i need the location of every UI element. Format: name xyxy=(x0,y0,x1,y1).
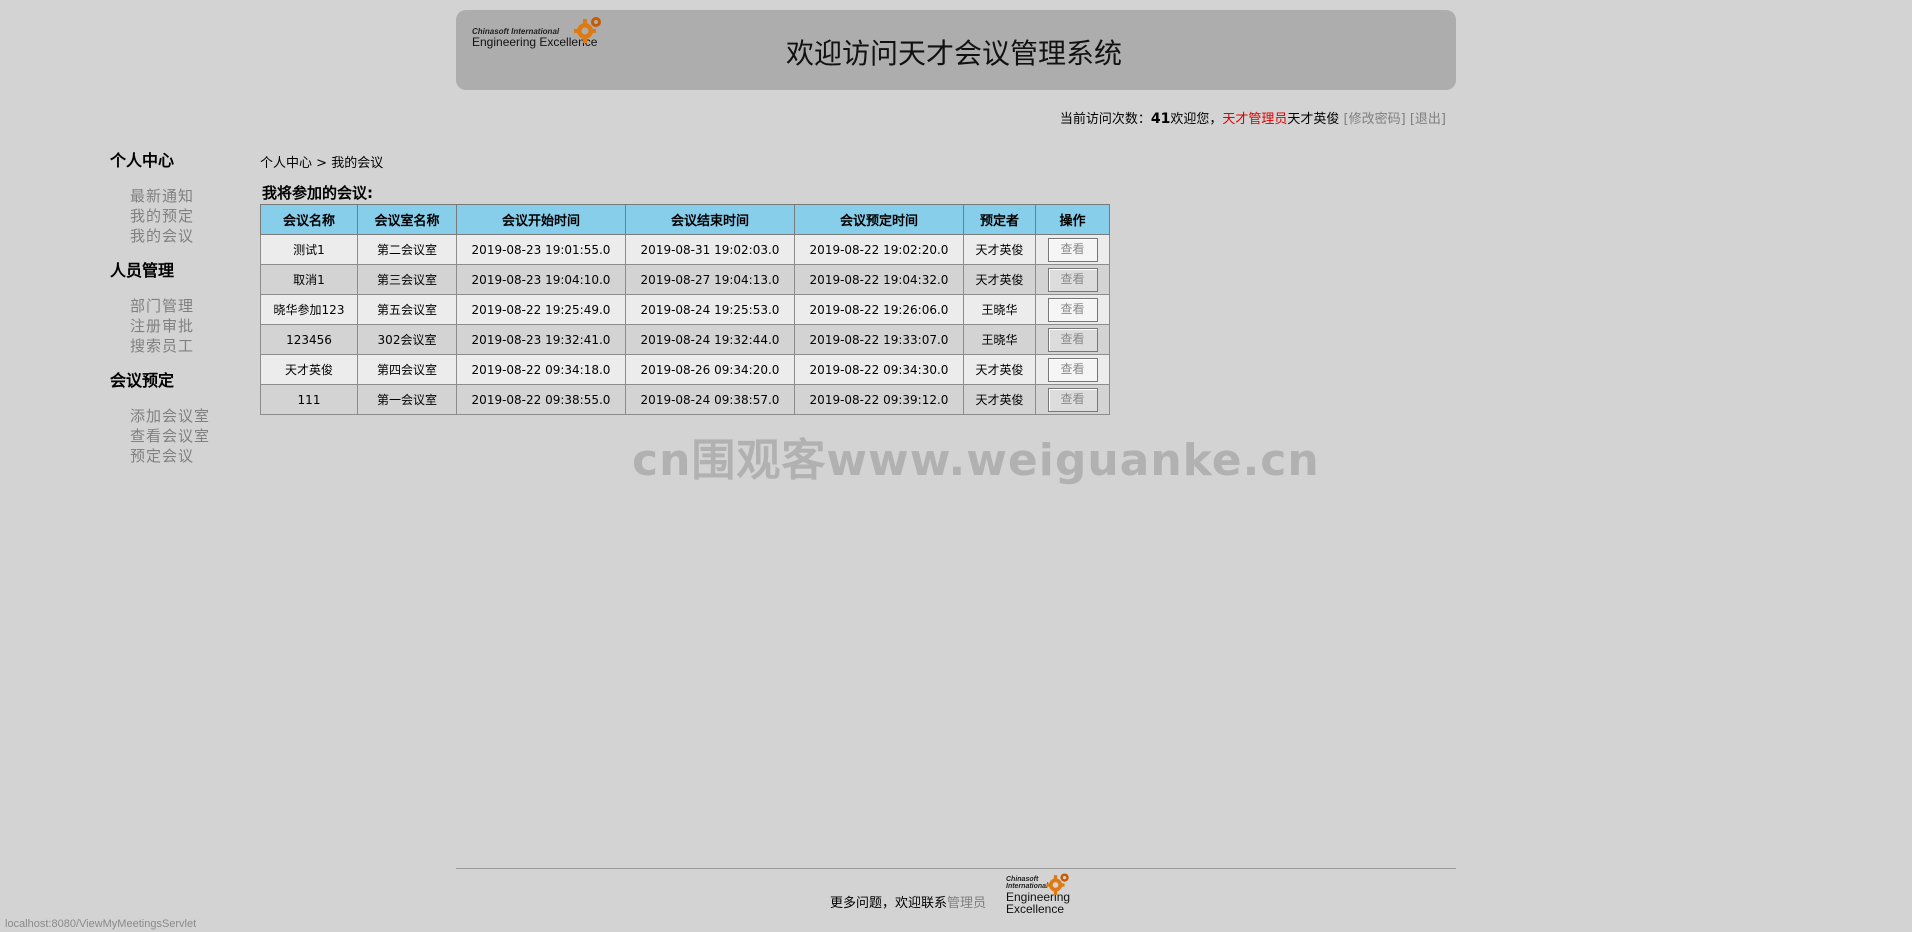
cell-start-time: 2019-08-22 09:34:18.0 xyxy=(456,354,626,385)
view-button[interactable]: 查看 xyxy=(1047,297,1098,322)
section-title: 我将参加的会议: xyxy=(262,184,373,202)
sidebar-group-staff: 人员管理 部门管理 注册审批 搜索员工 xyxy=(110,260,250,360)
welcome-text: 欢迎您， xyxy=(1170,112,1223,127)
breadcrumb-root[interactable]: 个人中心 xyxy=(260,156,312,171)
cell-end-time: 2019-08-26 09:34:20.0 xyxy=(625,354,795,385)
column-header: 会议结束时间 xyxy=(625,204,795,235)
cell-booked-time: 2019-08-22 09:39:12.0 xyxy=(794,384,964,415)
breadcrumb-current: 我的会议 xyxy=(331,156,384,171)
sidebar-heading: 人员管理 xyxy=(110,261,175,280)
cell-meeting-name: 取消1 xyxy=(260,264,358,295)
column-header: 会议室名称 xyxy=(357,204,457,235)
sidebar-item-add-room[interactable]: 添加会议室 xyxy=(130,406,250,426)
header-banner: Chinasoft International Engineering Exce… xyxy=(456,10,1456,90)
footer-divider xyxy=(456,868,1456,869)
visits-label: 当前访问次数： xyxy=(1059,112,1151,127)
table-row: 123456 302会议室 2019-08-23 19:32:41.0 2019… xyxy=(260,324,1110,355)
sidebar-item-latest-notice[interactable]: 最新通知 xyxy=(130,186,250,206)
watermark: cn围观客www.weiguanke.cn xyxy=(632,435,1320,486)
change-password-link[interactable]: [修改密码] xyxy=(1344,112,1406,127)
gear-icon xyxy=(574,17,602,44)
column-header: 操作 xyxy=(1035,204,1110,235)
view-button[interactable]: 查看 xyxy=(1047,387,1098,412)
column-header: 预定者 xyxy=(963,204,1036,235)
sidebar-item-search-employees[interactable]: 搜索员工 xyxy=(130,336,250,356)
visits-count: 41 xyxy=(1150,111,1171,127)
column-header: 会议开始时间 xyxy=(456,204,626,235)
cell-end-time: 2019-08-27 19:04:13.0 xyxy=(625,264,795,295)
cell-booked-time: 2019-08-22 09:34:30.0 xyxy=(794,354,964,385)
sidebar-item-my-bookings[interactable]: 我的预定 xyxy=(130,206,250,226)
cell-booker: 天才英俊 xyxy=(963,264,1036,295)
cell-start-time: 2019-08-23 19:04:10.0 xyxy=(456,264,626,295)
column-header: 会议预定时间 xyxy=(794,204,964,235)
cell-start-time: 2019-08-23 19:01:55.0 xyxy=(456,234,626,265)
cell-end-time: 2019-08-24 09:38:57.0 xyxy=(625,384,795,415)
cell-start-time: 2019-08-23 19:32:41.0 xyxy=(456,324,626,355)
column-header: 会议名称 xyxy=(260,204,358,235)
cell-meeting-name: 测试1 xyxy=(260,234,358,265)
page-title: 欢迎访问天才会议管理系统 xyxy=(786,37,1123,70)
cell-room-name: 302会议室 xyxy=(357,324,457,355)
cell-room-name: 第五会议室 xyxy=(357,294,457,325)
cell-booker: 天才英俊 xyxy=(963,354,1036,385)
cell-meeting-name: 123456 xyxy=(260,324,358,355)
cell-booker: 王晓华 xyxy=(963,324,1036,355)
cell-end-time: 2019-08-24 19:25:53.0 xyxy=(625,294,795,325)
cell-room-name: 第四会议室 xyxy=(357,354,457,385)
sidebar-item-registration-approval[interactable]: 注册审批 xyxy=(130,316,250,336)
cell-end-time: 2019-08-31 19:02:03.0 xyxy=(625,234,795,265)
admin-link[interactable]: 管理员 xyxy=(947,896,986,911)
breadcrumb: 个人中心 > 我的会议 xyxy=(260,152,383,171)
cell-booker: 天才英俊 xyxy=(963,234,1036,265)
cell-booked-time: 2019-08-22 19:02:20.0 xyxy=(794,234,964,265)
cell-booked-time: 2019-08-22 19:26:06.0 xyxy=(794,294,964,325)
sidebar-heading: 会议预定 xyxy=(110,371,175,390)
table-row: 111 第一会议室 2019-08-22 09:38:55.0 2019-08-… xyxy=(260,384,1110,415)
cell-end-time: 2019-08-24 19:32:44.0 xyxy=(625,324,795,355)
breadcrumb-separator: > xyxy=(316,156,328,171)
view-button[interactable]: 查看 xyxy=(1047,327,1098,352)
view-button[interactable]: 查看 xyxy=(1047,357,1098,382)
meetings-table: 会议名称 会议室名称 会议开始时间 会议结束时间 会议预定时间 预定者 操作 测… xyxy=(260,204,1110,415)
table-row: 测试1 第二会议室 2019-08-23 19:01:55.0 2019-08-… xyxy=(260,234,1110,265)
cell-start-time: 2019-08-22 09:38:55.0 xyxy=(456,384,626,415)
cell-booker: 王晓华 xyxy=(963,294,1036,325)
table-row: 天才英俊 第四会议室 2019-08-22 09:34:18.0 2019-08… xyxy=(260,354,1110,385)
cell-booked-time: 2019-08-22 19:04:32.0 xyxy=(794,264,964,295)
sidebar-group-personal: 个人中心 最新通知 我的预定 我的会议 xyxy=(110,150,250,250)
sidebar-item-my-meetings[interactable]: 我的会议 xyxy=(130,226,250,246)
user-status-bar: 当前访问次数：41欢迎您，天才管理员天才英俊 [修改密码] [退出] xyxy=(1060,108,1446,127)
gear-icon xyxy=(1046,873,1069,895)
footer-text: 更多问题，欢迎联系 xyxy=(830,896,948,911)
table-row: 晓华参加123 第五会议室 2019-08-22 19:25:49.0 2019… xyxy=(260,294,1110,325)
sidebar-group-booking: 会议预定 添加会议室 查看会议室 预定会议 xyxy=(110,370,250,470)
view-button[interactable]: 查看 xyxy=(1047,267,1098,292)
table-header-row: 会议名称 会议室名称 会议开始时间 会议结束时间 会议预定时间 预定者 操作 xyxy=(260,204,1110,235)
footer-contact: 更多问题，欢迎联系管理员 xyxy=(830,892,986,911)
cell-start-time: 2019-08-22 19:25:49.0 xyxy=(456,294,626,325)
cell-meeting-name: 晓华参加123 xyxy=(260,294,358,325)
cell-meeting-name: 天才英俊 xyxy=(260,354,358,385)
cell-booker: 天才英俊 xyxy=(963,384,1036,415)
footer-logo: Chinasoft International Engineering Exce… xyxy=(1006,873,1072,916)
cell-room-name: 第二会议室 xyxy=(357,234,457,265)
logout-link[interactable]: [退出] xyxy=(1410,112,1446,127)
sidebar-item-view-rooms[interactable]: 查看会议室 xyxy=(130,426,250,446)
browser-status-url: localhost:8080/ViewMyMeetingsServlet xyxy=(5,918,197,930)
view-button[interactable]: 查看 xyxy=(1047,237,1098,262)
sidebar-item-departments[interactable]: 部门管理 xyxy=(130,296,250,316)
table-row: 取消1 第三会议室 2019-08-23 19:04:10.0 2019-08-… xyxy=(260,264,1110,295)
company-logo: Chinasoft International Engineering Exce… xyxy=(472,17,605,49)
cell-room-name: 第三会议室 xyxy=(357,264,457,295)
cell-room-name: 第一会议室 xyxy=(357,384,457,415)
user-name: 天才英俊 xyxy=(1287,112,1340,127)
sidebar: 个人中心 最新通知 我的预定 我的会议 人员管理 部门管理 注册审批 搜索员工 … xyxy=(110,150,250,480)
user-role: 天才管理员 xyxy=(1222,112,1288,127)
cell-meeting-name: 111 xyxy=(260,384,358,415)
sidebar-item-book-meeting[interactable]: 预定会议 xyxy=(130,446,250,466)
sidebar-heading: 个人中心 xyxy=(110,151,175,170)
cell-booked-time: 2019-08-22 19:33:07.0 xyxy=(794,324,964,355)
